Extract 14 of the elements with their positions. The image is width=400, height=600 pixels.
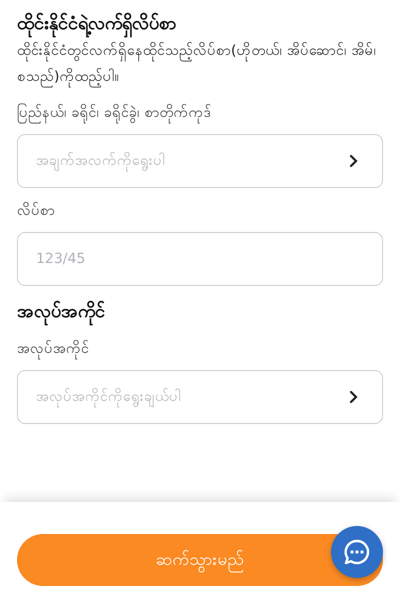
continue-button[interactable]: ဆက်သွားမည်	[17, 534, 383, 586]
select-field[interactable]: အလုပ်အကိုင်ကိုရွေးချယ်ပါ	[17, 370, 383, 424]
chevron-right-icon	[349, 154, 358, 168]
section-description: ထိုင်းနိုင်ငံတွင်လက်ရှိနေထိုင်သည့်လိပ်စာ(ဟိုတယ်၊ အိပ်ဆောင်၊ အိမ်၊ စသည်)ကိုထည့်ပါ။	[17, 38, 383, 90]
field-label: အလုပ်အကိုင်	[17, 336, 383, 362]
section-title: အလုပ်အကိုင်	[17, 298, 383, 326]
field-label: လိပ်စာ	[17, 201, 56, 221]
chat-button[interactable]	[331, 526, 383, 578]
chevron-right-icon	[349, 390, 358, 404]
select-field[interactable]: အချက်အလက်ကိုရွေးပါ	[17, 134, 383, 188]
section-title: ထိုင်းနိုင်ငံရဲ့လက်ရှိလိပ်စာ	[17, 10, 383, 38]
field-label: ပြည်နယ်၊ ခရိုင်၊ ခရိုင်ခွဲ၊ စာတိုက်ကုဒ်	[17, 100, 383, 126]
chat-icon	[343, 538, 371, 566]
input-field[interactable]: 123/45	[17, 232, 383, 286]
